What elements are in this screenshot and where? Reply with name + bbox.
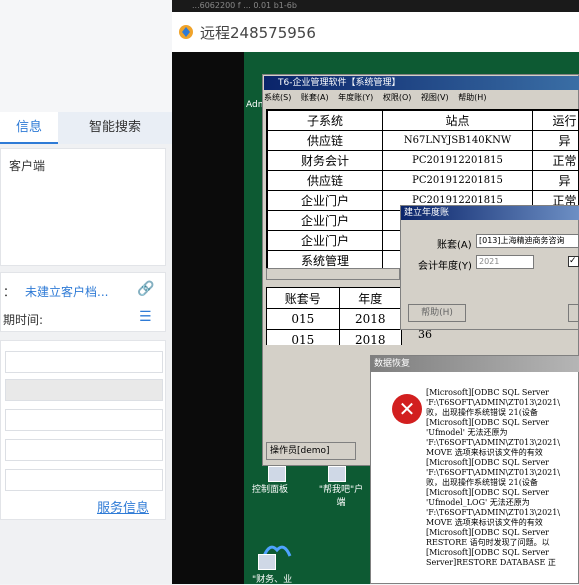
t6-menubar: 系统(S) 账套(A) 年度账(Y) 权限(O) 视图(V) 帮助(H): [264, 92, 579, 106]
cell: 异: [533, 131, 579, 151]
client-archive-label: ：: [3, 283, 15, 300]
checkbox[interactable]: ✓: [568, 256, 579, 267]
error-line: MOVE 选项来标识该文件的有效: [426, 448, 579, 458]
menu-account[interactable]: 账套(A): [301, 93, 329, 102]
ok-button[interactable]: [568, 304, 579, 322]
finance-app-label[interactable]: "财务、业: [252, 572, 292, 585]
error-line: Server]RESTORE DATABASE 正: [426, 558, 579, 568]
menu-year-account[interactable]: 年度账(Y): [338, 93, 373, 102]
tab-bar: 信息 智能搜索: [0, 112, 172, 144]
col-header-account: 账套号: [267, 288, 340, 309]
operator-status: 操作员[demo]: [266, 442, 356, 460]
helper-client-icon[interactable]: [328, 466, 346, 482]
t6-titlebar: T6-企业管理软件【系统管理】: [264, 76, 579, 90]
cell: 财务会计: [268, 151, 383, 171]
remote-top-overlay: ...6062200 f ... 0.01 b1-6b: [172, 0, 579, 12]
error-line: 'F:\T6SOFT\ADMIN\ZT013\2021\: [426, 398, 579, 408]
form-field[interactable]: [5, 409, 163, 431]
form-field[interactable]: [5, 469, 163, 491]
form-field[interactable]: [5, 351, 163, 373]
error-line: 'Ufmodel' 无法还原为: [426, 428, 579, 438]
menu-permission[interactable]: 权限(O): [383, 93, 412, 102]
error-line: [Microsoft][ODBC SQL Server: [426, 548, 579, 558]
form-field[interactable]: [5, 439, 163, 461]
error-line: 败，出现操作系统错误 21(设备: [426, 408, 579, 418]
remote-title: 远程248575956: [200, 22, 316, 43]
table-header-row: 账套号 年度: [267, 288, 402, 309]
cell: 供应链: [268, 131, 383, 151]
account-select[interactable]: [013]上海精迪商务咨询: [476, 234, 579, 248]
account-label: 账套(A): [437, 236, 472, 251]
cell: PC201912201815: [383, 151, 533, 171]
error-icon: ✕: [392, 394, 422, 424]
menu-help[interactable]: 帮助(H): [458, 93, 486, 102]
create-year-dialog-title: 建立年度账: [401, 206, 579, 220]
horizontal-scrollbar[interactable]: [266, 268, 400, 280]
cell: 正常: [533, 151, 579, 171]
form-box: [0, 340, 166, 520]
cell: 015: [267, 309, 340, 330]
account-table: 账套号 年度 0152018 0152018: [266, 287, 402, 345]
cell: 企业门户: [268, 231, 383, 251]
cell: 015: [267, 330, 340, 346]
error-line: [Microsoft][ODBC SQL Server: [426, 388, 579, 398]
list-icon[interactable]: ☰: [139, 309, 152, 325]
cell: PC201912201815: [383, 171, 533, 191]
cell: 2018: [339, 330, 401, 346]
control-panel-label[interactable]: 控制面板: [252, 482, 288, 495]
error-line: 'F:\T6SOFT\ADMIN\ZT013\2021\: [426, 508, 579, 518]
col-header-status: 运行: [533, 111, 579, 131]
col-header-subsystem: 子系统: [268, 111, 383, 131]
error-line: 'Ufmodel_LOG' 无法还原为: [426, 498, 579, 508]
control-panel-icon[interactable]: [268, 466, 286, 482]
error-line: [Microsoft][ODBC SQL Server: [426, 458, 579, 468]
table-row[interactable]: 财务会计PC201912201815正常: [268, 151, 579, 171]
error-line: [Microsoft][ODBC SQL Server: [426, 418, 579, 428]
col-header-year: 年度: [339, 288, 401, 309]
link-icon[interactable]: 🔗: [137, 281, 154, 297]
remote-logo-icon: [178, 24, 194, 40]
helper-client-label[interactable]: "帮我吧"户端: [316, 482, 366, 508]
cell: N67LNYJSB140KNW: [383, 131, 533, 151]
client-archive-value[interactable]: 未建立客户档...: [25, 283, 108, 300]
cell: 2018: [339, 309, 401, 330]
tab-smart-search[interactable]: 智能搜索: [70, 112, 160, 144]
error-line: [Microsoft][ODBC SQL Server: [426, 488, 579, 498]
table-row[interactable]: 0152018: [267, 309, 402, 330]
cell: 企业门户: [268, 211, 383, 231]
tab-info[interactable]: 信息: [0, 112, 58, 144]
expire-time-label: 期时间:: [3, 311, 43, 328]
cell: 系统管理: [268, 251, 383, 270]
error-line: RESTORE 语句时发现了问题。以: [426, 538, 579, 548]
support-panel-header: [0, 0, 172, 112]
error-line: 败，出现操作系统错误 21(设备: [426, 478, 579, 488]
client-label: 客户端: [9, 157, 45, 174]
service-info-link[interactable]: 服务信息: [97, 497, 149, 516]
table-row[interactable]: 供应链PC201912201815异: [268, 171, 579, 191]
error-line: 'F:\T6SOFT\ADMIN\ZT013\2021\: [426, 438, 579, 448]
cell: 企业门户: [268, 191, 383, 211]
table-row[interactable]: 0152018: [267, 330, 402, 346]
cell: 供应链: [268, 171, 383, 191]
cell: 异: [533, 171, 579, 191]
client-box: 客户端: [0, 148, 166, 266]
data-restore-title: 数据恢复: [371, 356, 579, 372]
col-header-site: 站点: [383, 111, 533, 131]
error-line: MOVE 选项来标识该文件的有效: [426, 518, 579, 528]
menu-view[interactable]: 视图(V): [421, 93, 449, 102]
menu-system[interactable]: 系统(S): [264, 93, 291, 102]
error-message: [Microsoft][ODBC SQL Server 'F:\T6SOFT\A…: [426, 388, 579, 568]
form-field[interactable]: [5, 379, 163, 401]
error-line: [Microsoft][ODBC SQL Server: [426, 528, 579, 538]
table-row[interactable]: 供应链N67LNYJSB140KNW异: [268, 131, 579, 151]
help-button[interactable]: 帮助(H): [408, 304, 466, 322]
finance-doc-icon[interactable]: [258, 554, 276, 570]
client-info-box: ： 未建立客户档... 🔗 期时间: ☰: [0, 272, 166, 332]
fiscal-year-label: 会计年度(Y): [418, 257, 472, 272]
fiscal-year-input[interactable]: 2021: [476, 255, 534, 269]
table-header-row: 子系统 站点 运行: [268, 111, 579, 131]
error-line: 'F:\T6SOFT\ADMIN\ZT013\2021\: [426, 468, 579, 478]
